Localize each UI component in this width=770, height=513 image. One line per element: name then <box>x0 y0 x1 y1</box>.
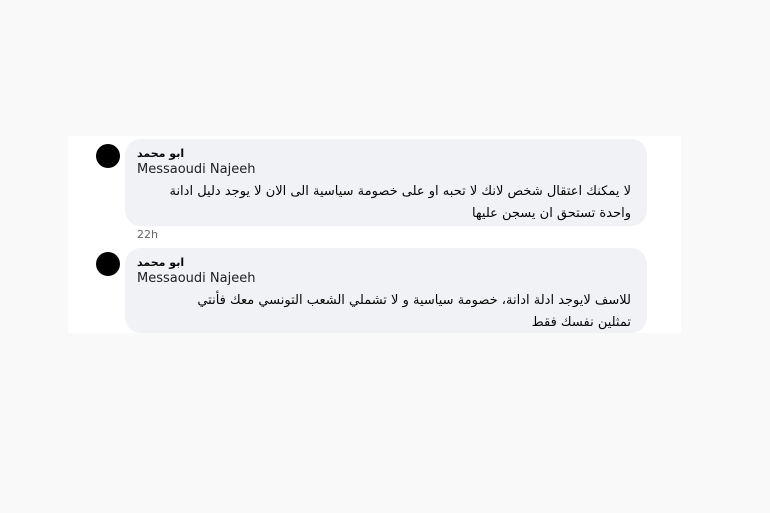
comment-text: للاسف لايوجد ادلة ادانة، خصومة سياسية و … <box>197 293 631 330</box>
comment-author-arabic[interactable]: ابو محمد <box>137 147 635 161</box>
comment-bubble: ابو محمد Messaoudi Najeeh لا يمكنك اعتقا… <box>125 139 647 226</box>
comment-author-arabic[interactable]: ابو محمد <box>137 256 635 270</box>
avatar[interactable] <box>96 252 120 276</box>
comment-timestamp[interactable]: 22h <box>137 228 158 241</box>
comment-author-name[interactable]: Messaoudi Najeeh <box>137 270 635 288</box>
comment-text: لا يمكنك اعتقال شخص لانك لا تحبه او على … <box>169 184 631 221</box>
comments-panel: ابو محمد Messaoudi Najeeh لا يمكنك اعتقا… <box>68 136 681 333</box>
comment-author-name[interactable]: Messaoudi Najeeh <box>137 161 635 179</box>
avatar[interactable] <box>96 144 120 168</box>
comment-bubble: ابو محمد Messaoudi Najeeh للاسف لايوجد ا… <box>125 248 647 333</box>
